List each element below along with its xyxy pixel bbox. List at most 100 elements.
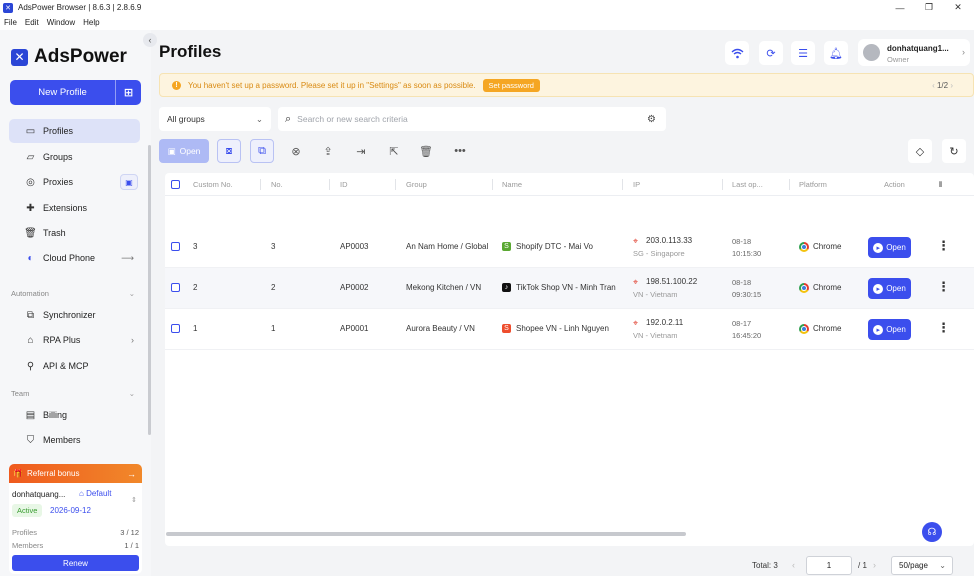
page-title: Profiles [159, 42, 222, 61]
row-checkbox[interactable] [171, 324, 180, 333]
sidebar-item-proxies[interactable]: ◎ Proxies ▣ [9, 170, 140, 194]
close-window-button[interactable]: ✕ [943, 0, 973, 15]
window-title: AdsPower Browser | 8.6.3 | 2.8.6.9 [18, 3, 142, 12]
switch-account-icon[interactable]: ⇕ [131, 496, 137, 504]
sync-windows-icon[interactable]: ⧇ [217, 139, 241, 163]
sidebar-item-billing[interactable]: ▤ Billing [9, 403, 140, 427]
sidebar-item-api-mcp[interactable]: ⚲ API & MCP [9, 354, 140, 378]
briefcase-icon[interactable]: ▣ [120, 174, 138, 190]
row-checkbox[interactable] [171, 242, 180, 251]
filter-settings-icon[interactable]: ⚙ [647, 114, 656, 125]
open-profile-button[interactable]: ▸ Open [868, 278, 911, 299]
play-icon: ▸ [873, 324, 884, 335]
chrome-icon [799, 283, 809, 293]
api-icon: ⚲ [26, 360, 35, 372]
cell-platform: Chrome [813, 283, 842, 292]
user-menu[interactable]: donhatquang1... Owner › [858, 39, 970, 66]
col-custom-no[interactable]: Custom No. [193, 180, 233, 189]
chevron-right-icon[interactable]: › [950, 81, 953, 90]
group-select[interactable]: All groups ⌄ [159, 107, 271, 131]
col-action: Action [884, 180, 905, 189]
location-pin-icon: ⌖ [633, 318, 639, 328]
sidebar-item-groups[interactable]: ▱ Groups [9, 145, 140, 169]
sidebar-item-label: Trash [43, 228, 66, 238]
sidebar-item-extensions[interactable]: ✚ Extensions [9, 196, 140, 220]
rpa-icon: ⌂ [27, 334, 34, 346]
bell-icon[interactable]: 🔔︎ [824, 41, 848, 65]
sidebar-item-synchronizer[interactable]: ⧉ Synchronizer [9, 303, 140, 327]
wifi-icon[interactable] [725, 41, 749, 65]
table-row[interactable]: 2 2 AP0002 Mekong Kitchen / VN ♪ TikTok … [165, 268, 974, 309]
sidebar-item-members[interactable]: ⛉ Members [9, 428, 140, 452]
group-move-icon[interactable]: ⧉ [250, 139, 274, 163]
tag-icon[interactable]: ◇ [908, 139, 932, 163]
cell-ip: 203.0.113.33 [646, 236, 693, 245]
quota-value: 3 / 12 [120, 528, 139, 537]
more-vertical-icon[interactable]: ⋮ [937, 320, 950, 336]
col-no[interactable]: No. [271, 180, 283, 189]
sync-icon[interactable]: ⟳ [759, 41, 783, 65]
sidebar-item-cloud-phone[interactable]: ◐ Cloud Phone ⟶ [9, 246, 140, 270]
open-profile-button[interactable]: ▸ Open [868, 237, 911, 258]
sidebar-item-trash[interactable]: 🗑 Trash [9, 221, 140, 245]
sidebar-item-profiles[interactable]: ▭ Profiles [9, 119, 140, 143]
maximize-button[interactable]: ❐ [914, 0, 944, 15]
location-pin-icon: ⌖ [633, 277, 639, 287]
sidebar-item-label: Extensions [43, 203, 88, 213]
menu-window[interactable]: Window [47, 18, 75, 27]
chevron-left-icon[interactable]: ‹ [792, 560, 795, 570]
batch-create-icon[interactable]: ⊞ [116, 86, 141, 99]
synchronizer-icon: ⧉ [26, 309, 35, 321]
cell-last-opened-date: 08-18 [732, 278, 752, 287]
import-icon[interactable]: ⇥ [349, 139, 373, 163]
menu-help[interactable]: Help [83, 18, 99, 27]
open-label: Open [179, 146, 201, 156]
default-team-badge[interactable]: ⌂ Default [79, 489, 111, 498]
section-automation[interactable]: Automation ⌄ [11, 289, 135, 298]
upload-icon[interactable]: ⇪ [316, 139, 340, 163]
task-list-icon[interactable]: ☰ [791, 41, 815, 65]
export-icon[interactable]: ⇱ [382, 139, 406, 163]
table-horizontal-scrollbar[interactable] [166, 532, 686, 536]
menu-file[interactable]: File [4, 18, 17, 27]
sidebar-item-label: Cloud Phone [43, 253, 96, 263]
menu-edit[interactable]: Edit [25, 18, 39, 27]
set-password-button[interactable]: Set password [482, 78, 540, 92]
trash-icon: 🗑 [24, 227, 37, 239]
support-chat-icon[interactable]: ☊ [922, 522, 942, 542]
open-label: Open [886, 284, 906, 293]
sidebar-item-label: Members [43, 435, 81, 445]
new-profile-button[interactable]: New Profile ⊞ [10, 80, 141, 105]
cell-group: Mekong Kitchen / VN [406, 283, 482, 292]
renew-button[interactable]: Renew [12, 555, 139, 571]
more-vertical-icon[interactable]: ⋮ [937, 238, 950, 254]
table-row[interactable]: 1 1 AP0001 Aurora Beauty / VN S Shopee V… [165, 309, 974, 350]
cell-ip-location: VN - Vietnam [633, 290, 678, 299]
col-last-opened[interactable]: Last op... [732, 180, 763, 189]
row-checkbox[interactable] [171, 283, 180, 292]
close-browsers-icon[interactable]: ⊗ [284, 139, 308, 163]
open-selected-button[interactable]: ▣ Open [159, 139, 209, 163]
column-settings-icon[interactable]: ⦀ [939, 180, 942, 190]
minimize-button[interactable]: — [885, 0, 915, 15]
more-actions-icon[interactable]: ••• [448, 139, 472, 163]
collapse-sidebar-icon[interactable]: ‹ [143, 33, 157, 47]
delete-icon[interactable]: 🗑 [414, 139, 438, 163]
cell-no: 3 [271, 242, 276, 251]
open-label: Open [886, 325, 906, 334]
select-all-checkbox[interactable] [171, 180, 180, 189]
open-profile-button[interactable]: ▸ Open [868, 319, 911, 340]
more-vertical-icon[interactable]: ⋮ [937, 279, 950, 295]
browser-window-icon: ▣ [167, 145, 176, 156]
chevron-left-icon[interactable]: ‹ [932, 81, 935, 90]
table-row[interactable]: 3 3 AP0003 An Nam Home / Global S Shopif… [165, 227, 974, 268]
chevron-right-icon[interactable]: › [873, 560, 876, 570]
sidebar-item-rpa-plus[interactable]: ⌂ RPA Plus › [9, 328, 140, 352]
search-input[interactable] [297, 114, 618, 124]
referral-bonus-banner[interactable]: 🎁 Referral bonus → [9, 464, 142, 483]
section-team[interactable]: Team ⌄ [11, 389, 135, 398]
per-page-select[interactable]: 50/page ⌄ [891, 556, 953, 575]
refresh-icon[interactable]: ↻ [942, 139, 966, 163]
sidebar-item-label: Billing [43, 410, 68, 420]
page-number-input[interactable]: 1 [806, 556, 852, 575]
